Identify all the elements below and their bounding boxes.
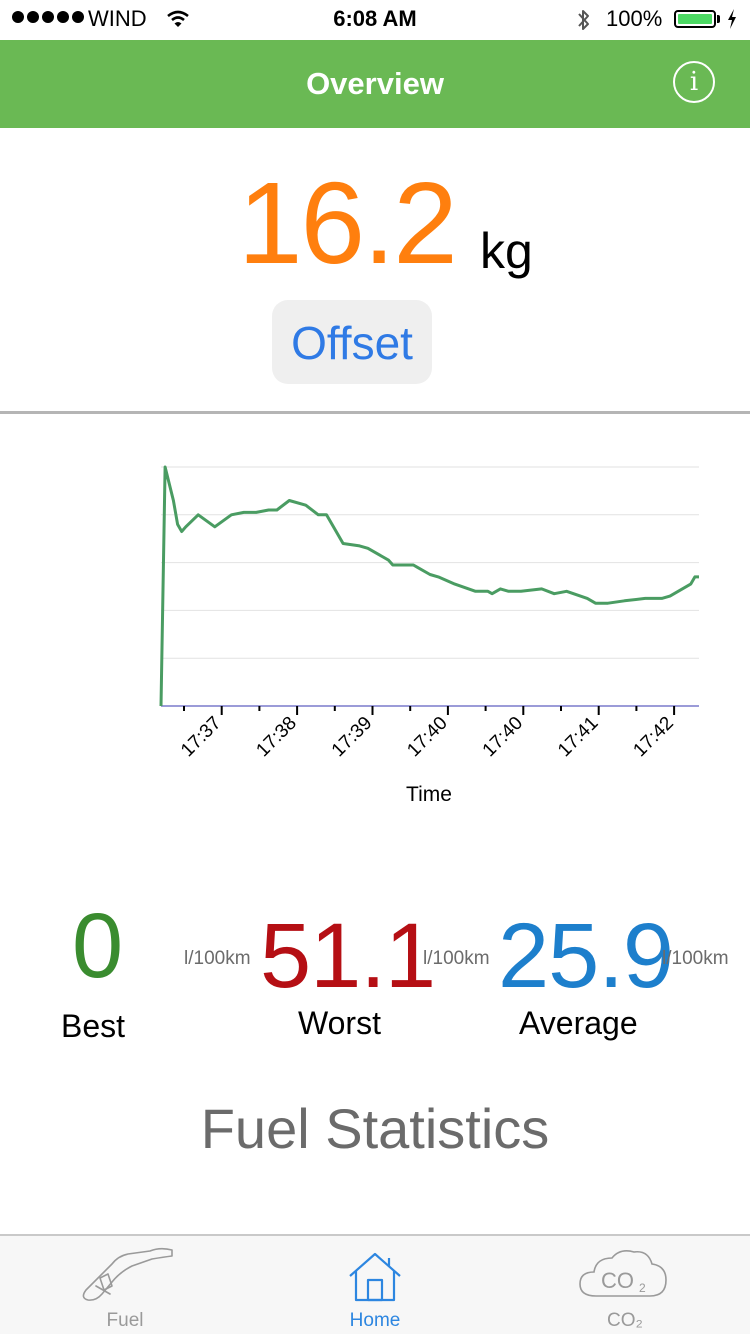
divider: [0, 411, 750, 414]
fuel-nozzle-icon: [82, 1247, 173, 1301]
average-label: Average: [519, 1005, 638, 1041]
info-icon[interactable]: i: [673, 61, 715, 103]
battery-icon: [674, 10, 716, 28]
x-tick-label: 17:40: [403, 713, 451, 761]
tab-co2[interactable]: CO 2 CO₂: [500, 1236, 750, 1336]
chart-tick-labels: 17:37 17:38 17:39 17:40 17:40 17:41 17:42: [177, 713, 678, 761]
chart-grid: [161, 466, 699, 659]
worst-unit: l/100km: [423, 948, 490, 969]
co2-value: 16.2: [238, 158, 458, 288]
x-tick-label: 17:39: [328, 713, 376, 761]
home-icon: [349, 1252, 401, 1302]
nav-bar: Overview i: [0, 40, 750, 128]
status-bar: WIND 6:08 AM 100%: [0, 0, 750, 40]
bluetooth-icon: [578, 10, 589, 30]
average-unit: l/100km: [662, 948, 729, 969]
chart-ticks: [183, 706, 676, 715]
series-line: [159, 465, 699, 707]
x-tick-label: 17:42: [629, 713, 677, 761]
offset-button[interactable]: Offset: [272, 300, 432, 384]
battery-percent: 100%: [606, 6, 663, 31]
best-unit: l/100km: [184, 948, 251, 969]
best-label: Best: [61, 1008, 126, 1044]
x-tick-label: 17:40: [479, 713, 527, 761]
best-value: 0: [72, 895, 123, 997]
chart-x-axis-label: Time: [406, 783, 452, 806]
worst-label: Worst: [298, 1005, 381, 1041]
tab-home[interactable]: Home: [250, 1236, 500, 1336]
average-value: 25.9: [498, 905, 674, 1007]
x-tick-label: 17:37: [177, 713, 225, 761]
offset-button-label: Offset: [291, 317, 413, 369]
battery-tip: [717, 15, 720, 23]
x-tick-label: 17:41: [554, 713, 602, 761]
page-title: Overview: [306, 66, 444, 101]
tab-fuel-label: Fuel: [106, 1310, 144, 1331]
tab-home-label: Home: [349, 1310, 401, 1331]
chart-series: [159, 465, 699, 707]
co2-cloud-icon: CO 2: [579, 1250, 667, 1297]
worst-value: 51.1: [260, 905, 436, 1007]
fuel-statistics-title: Fuel Statistics: [200, 1097, 550, 1160]
tab-co2-label: CO₂: [607, 1310, 643, 1331]
x-tick-label: 17:38: [252, 713, 300, 761]
svg-text:CO: CO: [601, 1268, 634, 1293]
tab-fuel[interactable]: Fuel: [0, 1236, 250, 1336]
tab-bar: Fuel Home CO 2 CO₂: [0, 1234, 750, 1334]
co2-unit: kg: [480, 223, 533, 279]
charging-bolt-icon: [728, 9, 736, 29]
svg-text:2: 2: [639, 1281, 646, 1295]
fuel-chart: 17:37 17:38 17:39 17:40 17:40 17:41 17:42 Time: [159, 465, 699, 806]
